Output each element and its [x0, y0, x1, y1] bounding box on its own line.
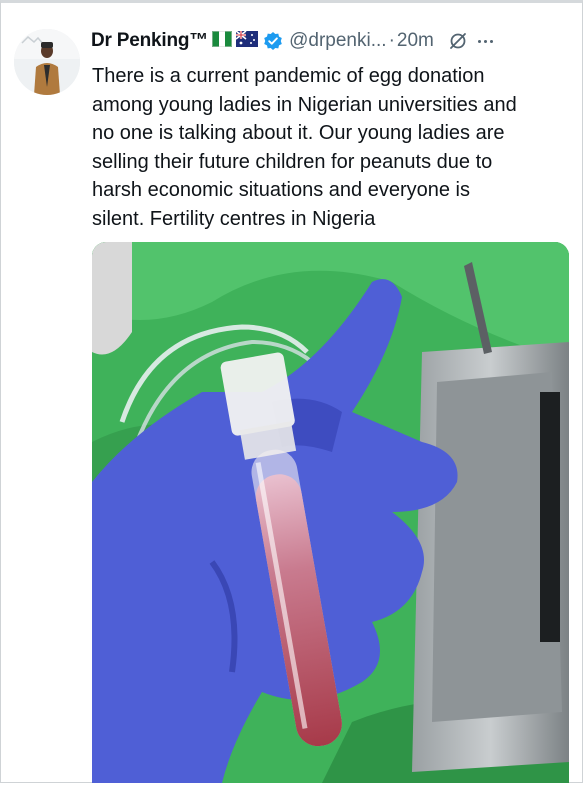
avatar-image [14, 29, 80, 95]
test-tube-photo [92, 242, 569, 783]
tweet-text: There is a current pandemic of egg donat… [92, 65, 517, 230]
more-options-icon[interactable] [477, 39, 493, 43]
tweet-header: Dr Penking™ @drpenki... · 20m [91, 26, 493, 56]
australia-flag-icon [235, 29, 259, 52]
grok-icon[interactable] [448, 31, 468, 51]
separator-dot: · [388, 30, 395, 51]
timestamp[interactable]: 20m [397, 30, 434, 52]
nigeria-flag-icon [212, 30, 233, 52]
verified-badge-icon[interactable] [263, 31, 283, 51]
avatar[interactable] [14, 29, 80, 95]
author-name[interactable]: Dr Penking™ [91, 30, 208, 52]
tweet-media-image[interactable] [92, 242, 569, 783]
author-handle[interactable]: @drpenki... [289, 30, 386, 52]
